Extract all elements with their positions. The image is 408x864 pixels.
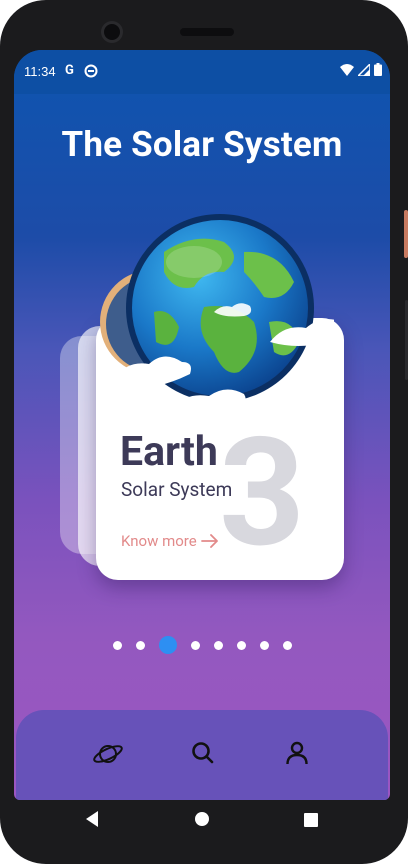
user-icon[interactable] xyxy=(284,740,312,768)
status-time: 11:34 xyxy=(24,64,56,79)
data-saver-icon xyxy=(84,64,98,82)
earth-icon xyxy=(100,214,334,408)
page-dot[interactable] xyxy=(236,640,246,650)
phone-frame: 11:34 G The Solar System 3 Earth Solar S… xyxy=(0,0,408,864)
page-dot[interactable] xyxy=(213,640,223,650)
know-more-label: Know more xyxy=(121,532,197,550)
planet-subtitle: Solar System xyxy=(121,478,233,501)
page-dot[interactable] xyxy=(282,640,292,650)
back-icon[interactable] xyxy=(84,810,100,832)
app-screen: 11:34 G The Solar System 3 Earth Solar S… xyxy=(14,50,390,800)
google-icon: G xyxy=(65,63,74,78)
search-icon[interactable] xyxy=(190,740,218,768)
speaker-grille xyxy=(180,28,234,36)
arrow-right-icon xyxy=(200,534,218,548)
page-dot[interactable] xyxy=(112,640,122,650)
page-title: The Solar System xyxy=(61,124,343,165)
status-bar: 11:34 G xyxy=(14,50,390,94)
power-button xyxy=(404,210,408,258)
front-camera xyxy=(104,24,120,40)
page-dot[interactable] xyxy=(259,640,269,650)
page-indicator xyxy=(14,636,390,654)
recents-icon[interactable] xyxy=(304,812,318,831)
bottom-nav xyxy=(16,710,388,800)
wifi-icon xyxy=(340,63,354,80)
page-dot[interactable] xyxy=(135,640,145,650)
page-dot-active[interactable] xyxy=(158,636,177,654)
page-dot[interactable] xyxy=(190,640,200,650)
home-icon[interactable] xyxy=(194,811,210,831)
signal-icon xyxy=(356,61,371,80)
planet-name: Earth xyxy=(120,428,218,476)
planet-icon[interactable] xyxy=(92,740,123,768)
battery-icon xyxy=(374,63,382,80)
know-more-link[interactable]: Know more xyxy=(121,532,219,550)
system-nav-bar xyxy=(14,800,390,840)
